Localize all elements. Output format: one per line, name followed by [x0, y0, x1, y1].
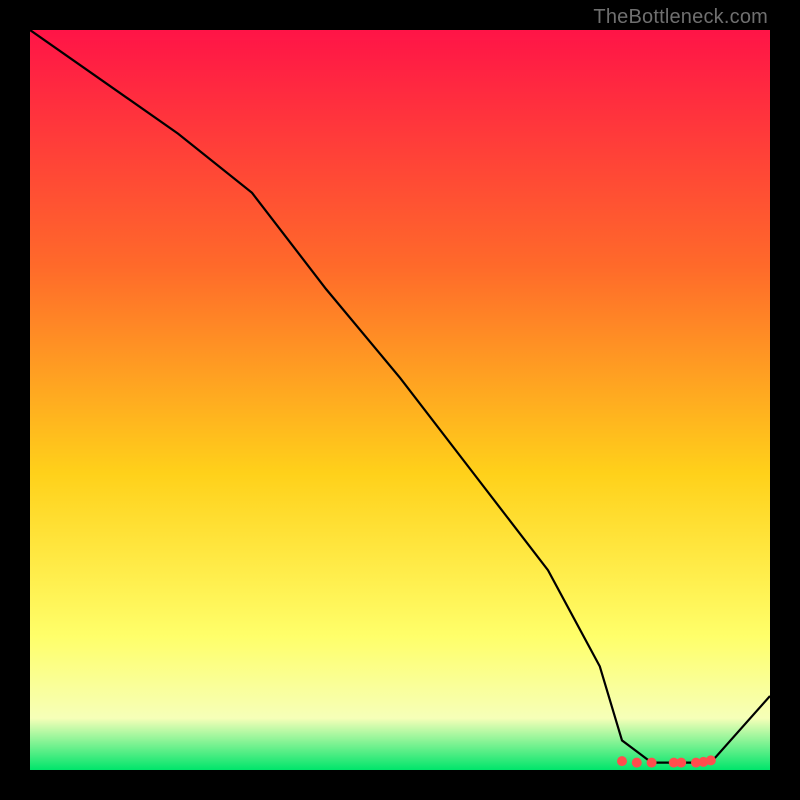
marker-dot: [676, 758, 686, 768]
marker-dot: [647, 758, 657, 768]
gradient-background: [30, 30, 770, 770]
marker-dot: [617, 756, 627, 766]
chart-plot: [30, 30, 770, 770]
marker-dot: [706, 755, 716, 765]
watermark-text: TheBottleneck.com: [593, 6, 768, 29]
marker-dot: [632, 758, 642, 768]
chart-frame: TheBottleneck.com: [0, 0, 800, 800]
